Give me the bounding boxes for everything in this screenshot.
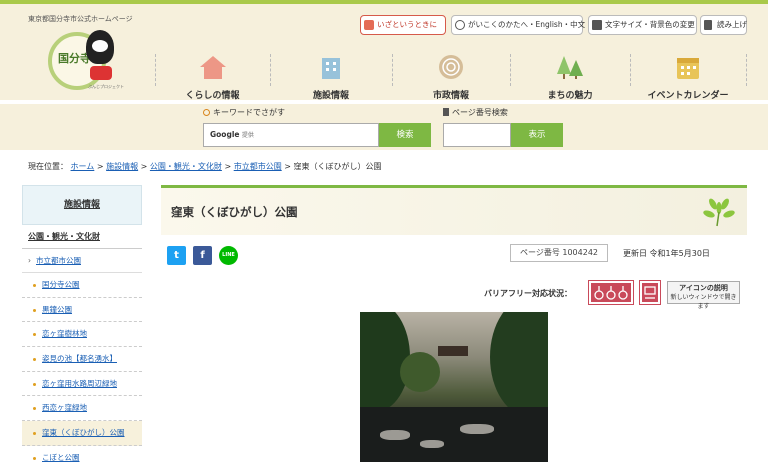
- page-number-button[interactable]: 表示: [511, 123, 563, 147]
- facebook-share-icon[interactable]: f: [193, 246, 212, 265]
- nav-living[interactable]: くらしの情報: [155, 48, 270, 102]
- nav-label: イベントカレンダー: [647, 91, 729, 101]
- read-aloud-button[interactable]: 読み上げ: [700, 15, 747, 35]
- page-title: 窪東（くぼひがし）公園: [171, 205, 298, 219]
- nav-label: まちの魅力: [547, 91, 593, 101]
- mascot-icon: [86, 30, 114, 64]
- sidebar-subcategory[interactable]: 市立都市公園: [22, 249, 142, 273]
- text-size-icon: [592, 20, 602, 30]
- emergency-label: いざというときに: [377, 20, 437, 29]
- sidebar-item[interactable]: 西恋ヶ窪緑地: [22, 396, 142, 422]
- emergency-icon: [364, 20, 374, 30]
- nav-event-calendar[interactable]: イベントカレンダー: [630, 48, 746, 102]
- document-icon: [443, 108, 449, 116]
- sidebar-item[interactable]: 姿見の池【都名湧水】: [22, 347, 142, 372]
- sidebar-item[interactable]: 国分寺公園: [22, 273, 142, 298]
- breadcrumb-current: 窪東（くぼひがし）公園: [293, 162, 382, 171]
- nav-facilities[interactable]: 施設情報: [270, 48, 392, 102]
- emergency-button[interactable]: いざというときに: [360, 15, 446, 35]
- breadcrumb: 現在位置： ホーム > 施設情報 > 公園・観光・文化財 > 市立都市公園 > …: [28, 162, 382, 171]
- keyword-search-label: キーワードでさがす: [203, 107, 285, 118]
- search-button[interactable]: 検索: [379, 123, 431, 147]
- page-number-input[interactable]: [443, 123, 511, 147]
- updated-date: 更新日 令和1年5月30日: [623, 249, 710, 258]
- speaker-icon: [704, 20, 712, 30]
- nav-label: くらしの情報: [185, 91, 240, 101]
- house-icon: [199, 56, 226, 79]
- site-name: 東京都国分寺市公式ホームページ: [28, 15, 133, 23]
- nav-label: 施設情報: [312, 91, 349, 101]
- sidebar-item[interactable]: 恋ヶ窪樹林地: [22, 322, 142, 348]
- site-header: 東京都国分寺市公式ホームページ 国分寺 ぶんじプロジェクト いざというときに が…: [0, 0, 768, 102]
- read-aloud-label: 読み上げ: [717, 20, 747, 29]
- google-suffix: 提供: [241, 132, 254, 139]
- sidebar-item[interactable]: こぼと公園: [22, 446, 142, 462]
- park-photo: [360, 312, 548, 462]
- page-title-box: 窪東（くぼひがし）公園: [161, 185, 747, 235]
- language-label: がいこくのかたへ・English・中文: [468, 20, 586, 29]
- barrier-free-wheelchair-icon: [588, 280, 634, 305]
- icon-help-button[interactable]: アイコンの説明 新しいウィンドウで開きます: [667, 281, 740, 310]
- search-icon: [203, 109, 210, 116]
- twitter-share-icon[interactable]: t: [167, 246, 186, 265]
- globe-icon: [455, 20, 465, 30]
- breadcrumb-link[interactable]: ホーム: [71, 162, 95, 171]
- sidebar-item[interactable]: 黒鐘公園: [22, 298, 142, 323]
- nav-label: 市政情報: [432, 91, 469, 101]
- sidebar-item[interactable]: 恋ヶ窪用水路周辺緑地: [22, 372, 142, 397]
- line-share-icon[interactable]: LINE: [219, 246, 238, 265]
- page-number-search-label: ページ番号検索: [443, 107, 508, 118]
- global-nav: くらしの情報 施設情報 市政情報 まちの魅力 イベントカレンダー: [155, 48, 746, 102]
- page-number-badge: ページ番号 1004242: [510, 244, 608, 262]
- breadcrumb-link[interactable]: 公園・観光・文化財: [150, 162, 222, 171]
- language-button[interactable]: がいこくのかたへ・English・中文: [451, 15, 586, 35]
- tree-ring-icon: [439, 55, 463, 79]
- nav-divider: [746, 54, 747, 86]
- logo-subtitle: ぶんじプロジェクト: [88, 84, 124, 89]
- sidebar-category[interactable]: 公園・観光・文化財: [22, 225, 142, 249]
- trees-icon: [557, 56, 583, 79]
- leaf-icon: [703, 198, 735, 227]
- barrier-free-toilet-icon: [639, 280, 661, 305]
- google-brand: Google: [210, 130, 240, 139]
- search-bar: キーワードでさがす Google 提供 検索 ページ番号検索 表示: [0, 104, 768, 150]
- nav-city-info[interactable]: 市政情報: [392, 48, 510, 102]
- breadcrumb-link[interactable]: 施設情報: [106, 162, 138, 171]
- text-size-label: 文字サイズ・背景色の変更: [605, 20, 695, 29]
- breadcrumb-link[interactable]: 市立都市公園: [234, 162, 282, 171]
- mascot-badge: [90, 66, 112, 80]
- text-size-button[interactable]: 文字サイズ・背景色の変更: [588, 15, 697, 35]
- site-logo[interactable]: 国分寺 ぶんじプロジェクト: [48, 28, 124, 94]
- barrier-free-label: バリアフリー対応状況：: [484, 289, 572, 298]
- nav-attractions[interactable]: まちの魅力: [510, 48, 630, 102]
- building-icon: [322, 58, 340, 79]
- sidebar-heading[interactable]: 施設情報: [22, 185, 142, 225]
- calendar-icon: [677, 58, 699, 79]
- keyword-search-input[interactable]: Google 提供: [203, 123, 379, 147]
- sidebar: 施設情報 公園・観光・文化財 市立都市公園 国分寺公園 黒鐘公園 恋ヶ窪樹林地 …: [22, 185, 142, 462]
- sidebar-item-active[interactable]: 窪東（くぼひがし）公園: [22, 421, 142, 446]
